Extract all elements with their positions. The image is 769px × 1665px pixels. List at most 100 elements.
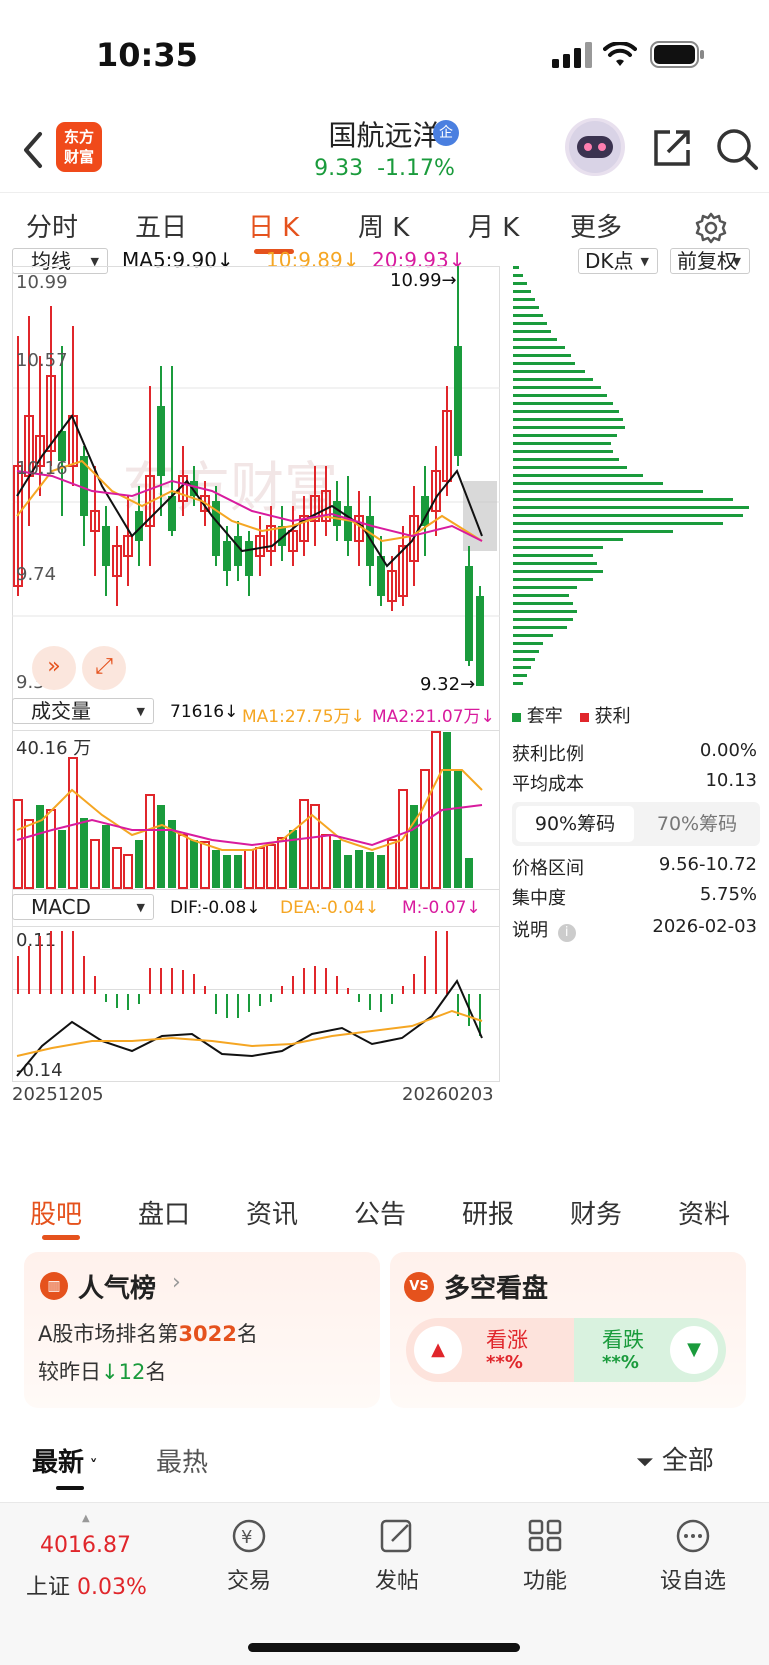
gear-icon[interactable]	[694, 211, 728, 245]
fullscreen-icon[interactable]: ⤢	[82, 646, 126, 690]
chip-90-button[interactable]: 90%筹码	[516, 806, 634, 842]
status-time: 10:35	[96, 36, 198, 74]
filter-icon: ⏷	[636, 1450, 654, 1475]
volume-indicator-select[interactable]: 成交量	[12, 698, 154, 724]
volume-ma2: MA2:21.07万↓	[372, 707, 495, 727]
expand-right-icon[interactable]: »	[32, 646, 76, 690]
trade-icon: ¥	[232, 1519, 266, 1553]
enterprise-badge: 企	[433, 120, 459, 146]
expand-up-icon[interactable]: ▲	[82, 1513, 90, 1524]
edit-icon	[380, 1519, 412, 1553]
price-axis-label: 10.99	[16, 272, 68, 293]
macd-dif: DIF:-0.08↓	[170, 898, 261, 918]
share-icon[interactable]	[650, 126, 694, 170]
tab-intraday[interactable]: 分时	[26, 207, 78, 244]
svg-text:¥: ¥	[241, 1527, 252, 1548]
popularity-title: 人气榜	[78, 1274, 157, 1304]
tab-profile[interactable]: 资料	[678, 1194, 730, 1231]
chip-70-button[interactable]: 70%筹码	[638, 806, 756, 842]
arrow-up-icon: ▲	[414, 1326, 462, 1374]
price-range-label: 价格区间	[512, 858, 584, 879]
macd-dea: DEA:-0.04↓	[280, 898, 380, 918]
vote-bar: ▲ 看涨 **% 看跌 **% ▼	[406, 1318, 726, 1382]
current-price: 9.33	[314, 156, 364, 181]
avg-cost-value: 10.13	[705, 770, 757, 791]
sort-hot[interactable]: 最热	[156, 1442, 208, 1479]
profit-ratio-label: 获利比例	[512, 744, 584, 765]
volume-value: 71616↓	[170, 702, 239, 722]
macd-indicator-select[interactable]: MACD	[12, 894, 154, 920]
index-value: 4016.87	[40, 1533, 131, 1558]
legend-profit: 获利	[594, 706, 631, 727]
info-icon[interactable]: i	[557, 924, 576, 942]
chip-distribution	[513, 266, 749, 685]
price-axis-label: 9.74	[16, 564, 57, 585]
bull-vote-button[interactable]: ▲ 看涨 **%	[406, 1318, 574, 1382]
profit-ratio-value: 0.00%	[699, 740, 757, 761]
active-tab-indicator	[42, 1235, 80, 1240]
add-watchlist-button[interactable]: 设自选	[638, 1517, 748, 1595]
signal-icon	[552, 42, 592, 68]
dea-line	[16, 1009, 483, 1057]
battery-icon	[650, 41, 704, 68]
macd-m: M:-0.07↓	[402, 898, 481, 918]
bull-bear-card[interactable]: VS 多空看盘 ▲ 看涨 **% 看跌 **% ▼	[390, 1252, 746, 1408]
volume-ma1: MA1:27.75万↓	[242, 707, 365, 727]
tab-research[interactable]: 研报	[462, 1194, 514, 1231]
bull-bear-title: 多空看盘	[444, 1274, 549, 1304]
tab-more[interactable]: 更多	[570, 207, 622, 244]
functions-button[interactable]: 功能	[490, 1517, 600, 1595]
chevron-down-icon: ˅	[84, 1456, 98, 1475]
high-price-marker: 10.99→	[390, 270, 457, 291]
price-change: -1.17%	[377, 156, 455, 181]
stock-header: 东方 财富 国航远洋 企 9.33 -1.17%	[0, 110, 769, 192]
market-rank: A股市场排名第3022名	[38, 1322, 258, 1346]
trade-button[interactable]: ¥ 交易	[194, 1517, 304, 1595]
tab-monthly-k[interactable]: 月 K	[468, 207, 519, 244]
status-bar: 10:35	[0, 0, 769, 110]
price-axis-label: 10.57	[16, 350, 68, 371]
bear-vote-button[interactable]: 看跌 **% ▼	[574, 1318, 726, 1382]
robot-icon	[569, 121, 621, 173]
index-quote[interactable]: 上证 0.03%	[26, 1569, 147, 1601]
tab-announcements[interactable]: 公告	[354, 1194, 406, 1231]
chart-area: 均线 MA5:9.90↓ 10:9.89↓ 20:9.93↓ DK点 前复权 东…	[0, 248, 769, 1174]
chevron-right-icon: ›	[172, 1270, 181, 1295]
tab-news[interactable]: 资讯	[246, 1194, 298, 1231]
arrow-down-icon: ▼	[670, 1326, 718, 1374]
wifi-icon	[603, 42, 637, 66]
tab-guba[interactable]: 股吧	[30, 1194, 82, 1231]
grid-icon	[528, 1519, 562, 1552]
arrow-down-icon: ↓	[101, 1360, 119, 1384]
macd-chart	[16, 931, 483, 1077]
tab-daily-k[interactable]: 日 K	[248, 207, 299, 244]
rank-change: 较昨日↓12名	[38, 1360, 167, 1384]
home-indicator	[248, 1643, 520, 1652]
avg-cost-label: 平均成本	[512, 774, 584, 795]
note-label: 说明 i	[512, 916, 576, 942]
price-range-value: 9.56-10.72	[658, 854, 757, 875]
bottom-toolbar: ▲ 4016.87 上证 0.03% ¥ 交易 发帖 功能 设自选	[0, 1502, 769, 1665]
info-tabs: 股吧 盘口 资讯 公告 研报 财务 资料	[0, 1180, 769, 1246]
feature-cards: ▥ 人气榜 › A股市场排名第3022名 较昨日↓12名 VS 多空看盘 ▲ 看…	[0, 1252, 769, 1412]
tab-finance[interactable]: 财务	[570, 1194, 622, 1231]
popularity-card[interactable]: ▥ 人气榜 › A股市场排名第3022名 较昨日↓12名	[24, 1252, 380, 1408]
price-axis-label: 10.16	[16, 458, 68, 479]
sort-latest[interactable]: 最新 ˅	[32, 1442, 98, 1479]
sort-row: 最新 ˅ 最热 ⏷ 全部	[0, 1430, 769, 1500]
tab-weekly-k[interactable]: 周 K	[358, 207, 409, 244]
more-dots-icon	[676, 1519, 710, 1553]
tab-five-day[interactable]: 五日	[135, 207, 187, 244]
vs-icon: VS	[404, 1272, 434, 1302]
search-icon[interactable]	[714, 126, 760, 172]
concentration-value: 5.75%	[699, 884, 757, 905]
tab-order-book[interactable]: 盘口	[138, 1194, 190, 1231]
post-button[interactable]: 发帖	[342, 1517, 452, 1595]
ranking-icon: ▥	[40, 1272, 68, 1300]
filter-all[interactable]: ⏷ 全部	[636, 1440, 714, 1477]
sort-indicator	[56, 1486, 84, 1490]
legend-locked: 套牢	[526, 706, 563, 727]
chip-legend: 套牢 获利	[512, 702, 631, 728]
robot-avatar[interactable]	[565, 118, 625, 176]
chip-range-toggle: 90%筹码 70%筹码	[512, 802, 760, 846]
